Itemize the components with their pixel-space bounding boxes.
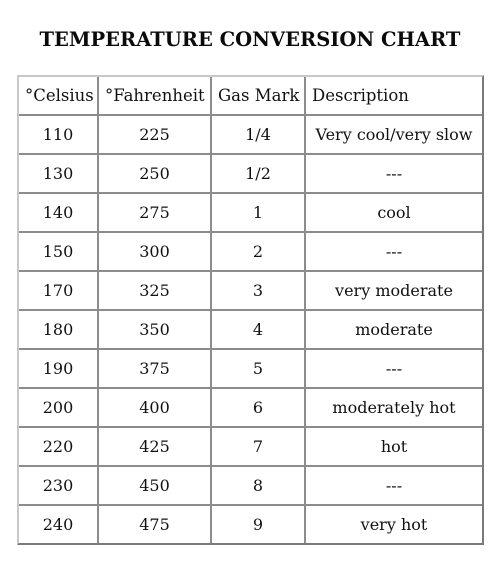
header-celsius: °Celsius xyxy=(19,77,99,116)
cell-celsius: 200 xyxy=(19,389,99,428)
page-title: TEMPERATURE CONVERSION CHART xyxy=(39,28,461,51)
cell-description: moderate xyxy=(306,311,482,350)
cell-fahrenheit: 325 xyxy=(99,272,212,311)
table-row: 220 425 7 hot xyxy=(19,428,482,467)
cell-gas-mark: 1 xyxy=(212,194,306,233)
cell-celsius: 140 xyxy=(19,194,99,233)
cell-celsius: 220 xyxy=(19,428,99,467)
cell-gas-mark: 9 xyxy=(212,506,306,543)
cell-fahrenheit: 250 xyxy=(99,155,212,194)
cell-fahrenheit: 375 xyxy=(99,350,212,389)
table-row: 200 400 6 moderately hot xyxy=(19,389,482,428)
cell-celsius: 240 xyxy=(19,506,99,543)
header-description: Description xyxy=(306,77,482,116)
cell-fahrenheit: 475 xyxy=(99,506,212,543)
table-row: 150 300 2 --- xyxy=(19,233,482,272)
cell-fahrenheit: 450 xyxy=(99,467,212,506)
cell-gas-mark: 4 xyxy=(212,311,306,350)
header-fahrenheit: °Fahrenheit xyxy=(99,77,212,116)
header-row: °Celsius °Fahrenheit Gas Mark Descriptio… xyxy=(19,77,482,116)
cell-celsius: 170 xyxy=(19,272,99,311)
table-row: 130 250 1/2 --- xyxy=(19,155,482,194)
header-gas-mark: Gas Mark xyxy=(212,77,306,116)
conversion-table: °Celsius °Fahrenheit Gas Mark Descriptio… xyxy=(17,75,484,545)
table-row: 190 375 5 --- xyxy=(19,350,482,389)
cell-description: Very cool/very slow xyxy=(306,116,482,155)
cell-celsius: 150 xyxy=(19,233,99,272)
cell-description: --- xyxy=(306,233,482,272)
table-row: 140 275 1 cool xyxy=(19,194,482,233)
cell-fahrenheit: 425 xyxy=(99,428,212,467)
table-row: 110 225 1/4 Very cool/very slow xyxy=(19,116,482,155)
cell-description: very hot xyxy=(360,515,428,534)
cell-description: hot xyxy=(306,428,482,467)
cell-gas-mark: 3 xyxy=(212,272,306,311)
table-row: 180 350 4 moderate xyxy=(19,311,482,350)
cell-gas-mark: 8 xyxy=(212,467,306,506)
table-row: 240 475 9 very hot xyxy=(19,506,482,543)
table-row: 170 325 3 very moderate xyxy=(19,272,482,311)
cell-description: moderately hot xyxy=(306,389,482,428)
cell-gas-mark: 7 xyxy=(212,428,306,467)
cell-gas-mark: 6 xyxy=(212,389,306,428)
cell-fahrenheit: 300 xyxy=(99,233,212,272)
cell-gas-mark: 5 xyxy=(212,350,306,389)
cell-description: --- xyxy=(306,350,482,389)
cell-fahrenheit: 225 xyxy=(99,116,212,155)
cell-description: --- xyxy=(306,155,482,194)
cell-celsius: 110 xyxy=(19,116,99,155)
cell-celsius: 190 xyxy=(19,350,99,389)
cell-description: --- xyxy=(306,467,482,506)
cell-celsius: 230 xyxy=(19,467,99,506)
cell-celsius: 180 xyxy=(19,311,99,350)
cell-fahrenheit: 275 xyxy=(99,194,212,233)
cell-fahrenheit: 400 xyxy=(99,389,212,428)
cell-gas-mark: 2 xyxy=(212,233,306,272)
cell-description: very moderate xyxy=(306,272,482,311)
table-row: 230 450 8 --- xyxy=(19,467,482,506)
cell-celsius: 130 xyxy=(19,155,99,194)
cell-gas-mark: 1/4 xyxy=(212,116,306,155)
cell-fahrenheit: 350 xyxy=(99,311,212,350)
cell-gas-mark: 1/2 xyxy=(212,155,306,194)
cell-description: cool xyxy=(306,194,482,233)
